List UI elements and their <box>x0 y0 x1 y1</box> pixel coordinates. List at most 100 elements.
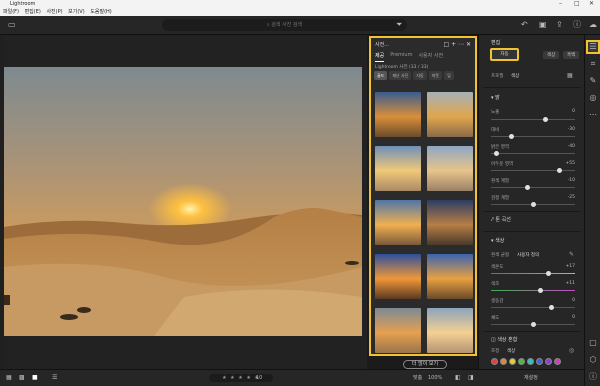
slider-value[interactable]: 0 <box>572 298 575 303</box>
masking-icon[interactable]: ◎ <box>588 93 598 103</box>
main-photo[interactable] <box>4 67 362 336</box>
menu-photo[interactable]: 사진(P) <box>46 9 62 15</box>
menu-edit[interactable]: 편집(E) <box>25 9 41 15</box>
profile-browse-icon[interactable]: ▦ <box>567 72 573 79</box>
swatch-green[interactable] <box>518 358 525 365</box>
saturation-slider[interactable] <box>491 322 575 327</box>
blacks-slider[interactable] <box>491 202 575 207</box>
slider-knob[interactable] <box>531 322 536 327</box>
tone-curve-button[interactable]: ⤤ 톤 곡선 <box>491 216 511 223</box>
tint-slider[interactable] <box>491 288 575 293</box>
reset-button[interactable]: 재설정 <box>524 374 538 382</box>
chip-more[interactable]: 잊 <box>444 71 454 80</box>
slider-value[interactable]: -25 <box>568 195 575 200</box>
sort-icon[interactable]: ☰ <box>52 374 57 382</box>
minimize-button[interactable]: – <box>559 0 562 8</box>
vibrance-slider[interactable] <box>491 305 575 310</box>
light-section-header[interactable]: ▾ 밝 <box>491 94 500 101</box>
slider-value[interactable]: 0 <box>572 315 575 320</box>
tag-icon[interactable]: ⬡ <box>588 355 598 365</box>
zoom-fit-button[interactable]: 맞춤 <box>413 374 422 382</box>
target-adjust-icon[interactable]: ◎ <box>569 347 574 354</box>
panel-toggle-icon[interactable]: ▭ <box>8 20 16 30</box>
tab-premium[interactable]: Premium <box>390 52 412 62</box>
menu-help[interactable]: 도움말(H) <box>90 9 111 15</box>
swatch-purple[interactable] <box>545 358 552 365</box>
eyedropper-icon[interactable]: ✎ <box>569 251 574 258</box>
slider-value[interactable]: +11 <box>566 281 576 286</box>
swatch-red[interactable] <box>491 358 498 365</box>
slider-value[interactable]: -40 <box>568 144 575 149</box>
slider-knob[interactable] <box>543 117 548 122</box>
crop-icon[interactable]: ⌗ <box>588 59 598 69</box>
slider-value[interactable]: +55 <box>566 161 576 166</box>
swatch-blue[interactable] <box>536 358 543 365</box>
rating-bar[interactable]: ★ ★ ★ ★ ★ <box>209 374 273 382</box>
more-tools-icon[interactable]: ⋯ <box>588 110 598 120</box>
search-bar[interactable]: ⌕ 검색 사진 검색 <box>162 19 407 31</box>
filter-icon[interactable]: ⏷ <box>396 20 402 30</box>
auto-button[interactable]: 자동 <box>490 48 519 61</box>
chip-warm[interactable]: 따뜻 <box>428 71 443 80</box>
library-icon[interactable]: ▣ <box>539 20 547 30</box>
profile-dropdown[interactable]: 색상 <box>511 73 519 79</box>
color-button[interactable]: 색상 <box>543 51 560 59</box>
chip-disaster[interactable]: 재난 사진 <box>389 71 412 80</box>
color-section-header[interactable]: ▾ 색상 <box>491 237 504 244</box>
before-after-icon[interactable]: ◨ <box>468 374 474 382</box>
presets-actions-icon[interactable]: □ + ⋯ ✕ <box>444 41 471 48</box>
tab-user-presets[interactable]: 사용자 사전 <box>418 52 443 62</box>
healing-brush-icon[interactable]: ✎ <box>588 76 598 86</box>
exposure-slider[interactable] <box>491 117 575 122</box>
edit-sliders-icon[interactable]: ☰ <box>586 40 600 54</box>
mix-dropdown[interactable]: 색상 <box>507 348 515 354</box>
tab-recommended[interactable]: 제공 <box>375 52 385 62</box>
wb-dropdown[interactable]: 사용자 정의 <box>517 252 539 258</box>
zoom-percent[interactable]: 100% <box>428 374 442 382</box>
preset-thumbnail[interactable] <box>427 308 473 353</box>
close-button[interactable]: ✕ <box>589 0 594 8</box>
slider-knob[interactable] <box>494 151 499 156</box>
slider-value[interactable]: 0 <box>572 109 575 114</box>
preset-thumbnail[interactable] <box>375 200 421 245</box>
preset-thumbnail[interactable] <box>427 146 473 191</box>
slider-value[interactable]: -30 <box>568 127 575 132</box>
cloud-icon[interactable]: ☁ <box>589 20 597 30</box>
preset-thumbnail[interactable] <box>375 146 421 191</box>
share-icon[interactable]: ⇪ <box>556 20 563 30</box>
info-icon[interactable]: ⓘ <box>573 20 581 30</box>
chip-gold[interactable]: 골드 <box>374 71 388 80</box>
maximize-button[interactable]: □ <box>574 0 580 8</box>
swatch-orange[interactable] <box>500 358 507 365</box>
slider-knob[interactable] <box>557 168 562 173</box>
square-grid-icon[interactable]: ▩ <box>19 374 25 382</box>
preset-thumbnail[interactable] <box>375 92 421 137</box>
swatch-aqua[interactable] <box>527 358 534 365</box>
undo-icon[interactable]: ↶ <box>521 20 528 30</box>
swatch-magenta[interactable] <box>554 358 561 365</box>
bw-button[interactable]: 흑백 <box>563 51 580 59</box>
grid-view-icon[interactable]: ▦ <box>6 374 12 382</box>
slider-knob[interactable] <box>509 134 514 139</box>
slider-knob[interactable] <box>525 185 530 190</box>
swatch-yellow[interactable] <box>509 358 516 365</box>
temperature-slider[interactable] <box>491 271 575 276</box>
slider-value[interactable]: +17 <box>566 264 576 269</box>
menu-file[interactable]: 파일(F) <box>3 9 19 15</box>
preset-thumbnail[interactable] <box>375 308 421 353</box>
preset-thumbnail[interactable] <box>427 200 473 245</box>
slider-knob[interactable] <box>549 305 554 310</box>
slider-knob[interactable] <box>531 202 536 207</box>
slider-knob[interactable] <box>538 288 543 293</box>
detail-view-icon[interactable]: ■ <box>32 374 38 382</box>
color-mix-header[interactable]: ◫ 색상 혼합 <box>491 336 517 343</box>
comments-icon[interactable]: ▢ <box>588 338 598 348</box>
slider-knob[interactable] <box>546 271 551 276</box>
slider-value[interactable]: -10 <box>568 178 575 183</box>
shadows-slider[interactable] <box>491 168 575 173</box>
highlights-slider[interactable] <box>491 151 575 156</box>
chip-auto[interactable]: 자동 <box>413 71 427 80</box>
preset-thumbnail[interactable] <box>375 254 421 299</box>
contrast-slider[interactable] <box>491 134 575 139</box>
more-presets-button[interactable]: 더 많이 보기 <box>403 360 447 369</box>
